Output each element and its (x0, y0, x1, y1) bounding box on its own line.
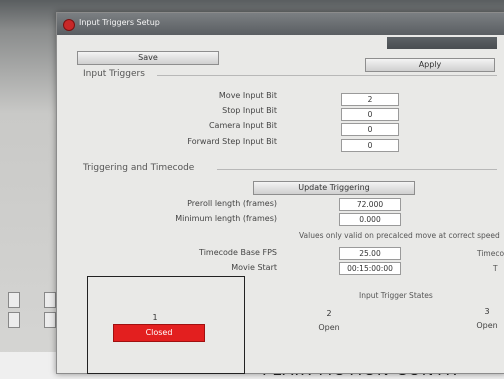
state-2-text: Open (318, 323, 340, 332)
input-triggers-heading: Input Triggers (83, 69, 145, 79)
stop-input-label: Stop Input Bit (222, 106, 277, 115)
move-input-field[interactable]: 2 (341, 93, 399, 106)
annotation-box (87, 276, 245, 374)
timecode-cut-label-2: T (493, 264, 498, 273)
forward-step-input-label: Forward Step Input Bit (187, 137, 277, 146)
state-3-text: Open (476, 321, 498, 330)
background-control (8, 292, 20, 308)
preroll-label: Preroll length (frames) (187, 199, 277, 208)
minimum-length-label: Minimum length (frames) (175, 214, 277, 223)
dialog-titlebar[interactable]: Input Triggers Setup (57, 13, 504, 35)
state-3-number: 3 (484, 307, 490, 316)
move-input-label: Move Input Bit (218, 91, 277, 100)
save-button[interactable]: Save (77, 51, 219, 65)
app-logo-icon (63, 19, 75, 31)
movie-start-label: Movie Start (231, 263, 277, 272)
camera-input-label: Camera Input Bit (208, 121, 277, 130)
triggering-heading: Triggering and Timecode (83, 163, 195, 173)
background-control (44, 312, 56, 328)
divider (157, 75, 497, 76)
divider (217, 169, 497, 170)
apply-button[interactable]: Apply (365, 58, 495, 72)
input-trigger-states-title: Input Trigger States (359, 291, 433, 300)
background-control (44, 292, 56, 308)
preroll-field[interactable]: 72.000 (339, 198, 401, 211)
stop-input-field[interactable]: 0 (341, 108, 399, 121)
values-note: Values only valid on precalced move at c… (299, 231, 500, 240)
background-control (8, 312, 20, 328)
state-2-number: 2 (326, 309, 332, 318)
timecode-cut-label: Timeco (477, 249, 504, 258)
update-triggering-button[interactable]: Update Triggering (253, 181, 415, 195)
forward-step-input-field[interactable]: 0 (341, 139, 399, 152)
titlebar-strip (387, 37, 497, 49)
timecode-fps-field[interactable]: 25.00 (339, 247, 401, 260)
movie-start-field[interactable]: 00:15:00:00 (339, 262, 401, 275)
camera-input-field[interactable]: 0 (341, 123, 399, 136)
timecode-fps-label: Timecode Base FPS (199, 248, 277, 257)
minimum-length-field[interactable]: 0.000 (339, 213, 401, 226)
dialog-title: Input Triggers Setup (79, 18, 160, 27)
